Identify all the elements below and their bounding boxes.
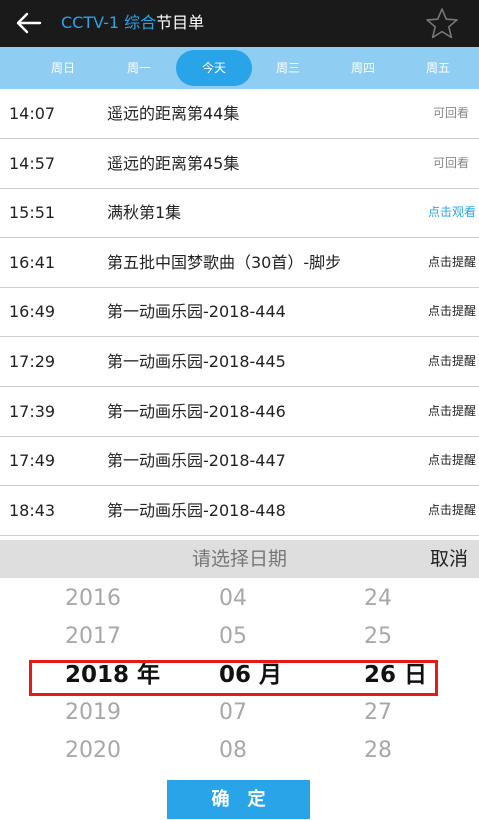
program-action[interactable]: 点击提醒 — [428, 238, 476, 287]
program-name: 第五批中国梦歌曲（30首）-脚步 — [107, 252, 342, 272]
program-name: 遥远的距离第45集 — [107, 153, 240, 173]
program-row[interactable]: 14:57 遥远的距离第45集 可回看 — [0, 139, 479, 189]
program-row[interactable]: 17:49 第一动画乐园-2018-447 点击提醒 — [0, 436, 479, 487]
program-name: 第一动画乐园-2018-447 — [107, 451, 286, 471]
program-action[interactable]: 点击提醒 — [428, 486, 476, 535]
program-name: 第一动画乐园-2018-448 — [107, 500, 286, 520]
page-title: CCTV-1 综合节目单 — [61, 0, 204, 47]
program-name: 遥远的距离第44集 — [107, 104, 240, 123]
favorite-star-icon[interactable] — [425, 7, 459, 41]
program-time: 14:07 — [9, 104, 56, 123]
day-option[interactable]: 24 — [364, 580, 392, 618]
top-bar: CCTV-1 综合节目单 — [0, 0, 479, 47]
day-tab[interactable]: 周五 — [403, 47, 473, 89]
program-action[interactable]: 点击提醒 — [428, 387, 476, 436]
program-action[interactable]: 可回看 — [433, 139, 469, 188]
program-name: 第一动画乐园-2018-445 — [107, 352, 286, 371]
program-time: 16:49 — [9, 302, 56, 322]
program-row[interactable]: 18:43 第一动画乐园-2018-448 点击提醒 — [0, 486, 479, 536]
year-option[interactable]: 2019 — [65, 694, 121, 732]
program-name: 满秋第1集 — [107, 203, 182, 223]
program-row[interactable]: 17:39 第一动画乐园-2018-446 点击提醒 — [0, 387, 479, 437]
program-time: 17:39 — [9, 401, 56, 421]
program-time: 14:57 — [9, 153, 56, 173]
program-time: 15:51 — [9, 203, 56, 223]
program-name: 第一动画乐园-2018-444 — [107, 302, 286, 322]
day-tab[interactable]: 周一 — [104, 47, 174, 89]
day-option[interactable]: 27 — [364, 694, 392, 732]
month-option[interactable]: 05 — [219, 618, 247, 656]
month-option[interactable]: 07 — [219, 694, 247, 732]
cancel-button[interactable]: 取消 — [430, 540, 468, 578]
day-tab[interactable]: 今天 — [176, 50, 252, 86]
day-tab-bar: 周日 周一 今天 周三 周四 周五 — [0, 47, 479, 89]
year-option[interactable]: 2017 — [65, 618, 121, 656]
day-tab[interactable]: 周三 — [253, 47, 323, 89]
program-row[interactable]: 16:41 第五批中国梦歌曲（30首）-脚步 点击提醒 — [0, 238, 479, 288]
channel-name: CCTV-1 综合 — [61, 13, 157, 32]
program-action[interactable]: 点击观看 — [428, 188, 476, 237]
selection-highlight-box — [29, 660, 438, 696]
confirm-button[interactable]: 确定 — [167, 780, 310, 819]
day-tab[interactable]: 周四 — [328, 47, 398, 89]
program-name: 第一动画乐园-2018-446 — [107, 401, 286, 421]
program-time: 16:41 — [9, 252, 56, 272]
title-suffix: 节目单 — [156, 13, 205, 32]
day-option[interactable]: 28 — [364, 732, 392, 770]
program-action[interactable]: 点击提醒 — [428, 436, 476, 485]
program-row[interactable]: 14:07 遥远的距离第44集 可回看 — [0, 89, 479, 139]
program-row[interactable]: 17:29 第一动画乐园-2018-445 点击提醒 — [0, 337, 479, 387]
year-option[interactable]: 2016 — [65, 580, 121, 618]
day-tab[interactable]: 周日 — [28, 47, 98, 89]
year-option[interactable]: 2020 — [65, 732, 121, 770]
program-action[interactable]: 点击提醒 — [428, 337, 476, 386]
program-action[interactable]: 点击提醒 — [428, 287, 476, 336]
program-time: 17:49 — [9, 451, 56, 471]
month-option[interactable]: 08 — [219, 732, 247, 770]
back-arrow-icon[interactable] — [14, 8, 44, 38]
date-picker-title: 请选择日期 — [191, 548, 287, 570]
program-row[interactable]: 16:49 第一动画乐园-2018-444 点击提醒 — [0, 287, 479, 338]
program-time: 18:43 — [9, 500, 56, 520]
day-option[interactable]: 25 — [364, 618, 392, 656]
month-option[interactable]: 04 — [219, 580, 247, 618]
program-time: 17:29 — [9, 352, 56, 371]
program-row[interactable]: 15:51 满秋第1集 点击观看 — [0, 188, 479, 239]
date-picker-header: 请选择日期 取消 — [0, 540, 479, 578]
program-action[interactable]: 可回看 — [433, 89, 469, 138]
